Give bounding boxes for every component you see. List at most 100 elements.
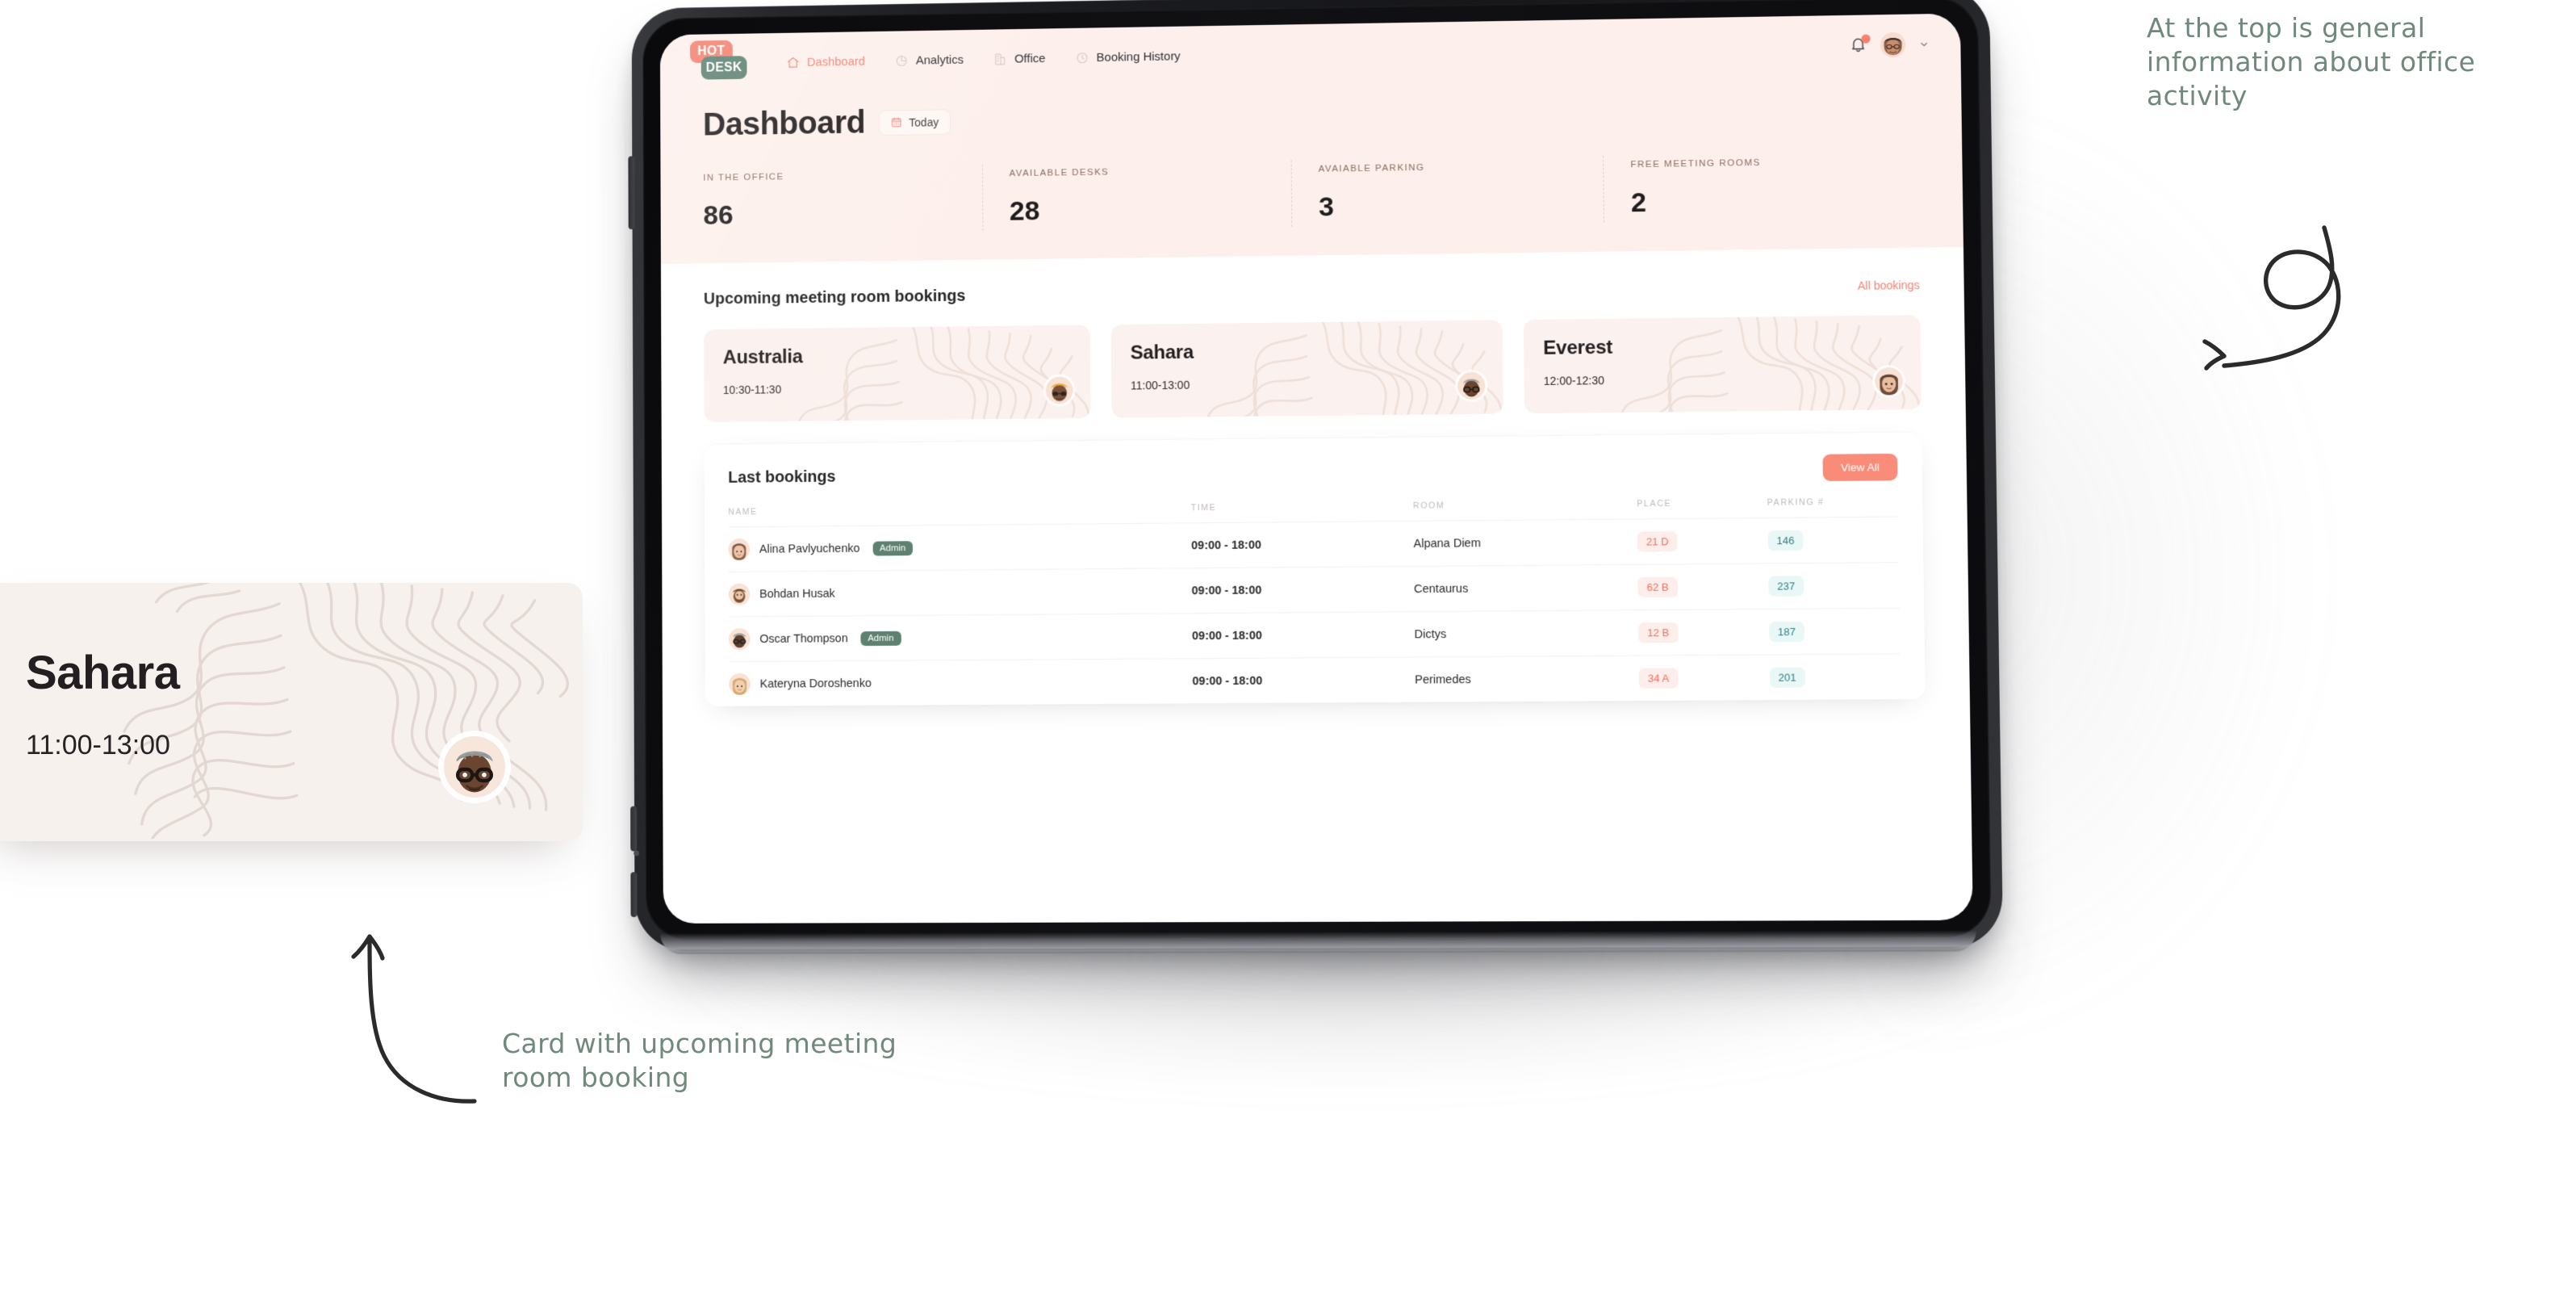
office-stats-row: IN THE OFFICE 86 AVAILABLE DESKS 28 AVAI… <box>703 156 1918 232</box>
building-icon <box>993 52 1007 65</box>
stat-label: FREE MEETING ROOMS <box>1630 157 1761 170</box>
booking-card-australia[interactable]: Australia 10:30-11:30 <box>704 325 1091 422</box>
parking-badge: 237 <box>1767 576 1804 597</box>
user-name: Bohdan Husak <box>759 587 835 601</box>
stat-available-parking: AVAIABLE PARKING 3 <box>1291 161 1604 224</box>
tablet-device-mockup: HOT DESK Dashboard Analytics Office Book… <box>628 0 2004 954</box>
nav-label: Booking History <box>1096 48 1181 65</box>
cell-time: 09:00 - 18:00 <box>1190 521 1414 568</box>
home-icon <box>786 56 800 69</box>
booking-card-text: Australia 10:30-11:30 <box>723 346 803 396</box>
clock-icon <box>1076 51 1089 65</box>
stat-label: AVAIABLE PARKING <box>1318 162 1425 174</box>
upcoming-bookings-title: Upcoming meeting room bookings <box>703 287 966 308</box>
tablet-volume-down-button <box>630 872 638 918</box>
nav-right-controls <box>1849 31 1930 58</box>
card-texture <box>123 583 569 839</box>
parking-badge: 146 <box>1767 530 1804 551</box>
column-header-parking: PARKING # <box>1767 497 1825 508</box>
booking-time: 10:30-11:30 <box>722 383 782 396</box>
annotation-text-top: At the top is general information about … <box>2147 12 2476 112</box>
avatar-face-icon <box>444 736 505 798</box>
booking-room-name: Sahara <box>1130 341 1194 364</box>
all-bookings-link[interactable]: All bookings <box>1858 278 1920 291</box>
avatar-face-icon <box>1045 376 1073 404</box>
stat-value: 3 <box>1318 191 1335 223</box>
view-all-button[interactable]: View All <box>1822 453 1898 482</box>
booking-owner-avatar <box>1875 367 1904 396</box>
avatar-face-icon <box>728 583 751 605</box>
booking-owner-avatar <box>1457 371 1486 400</box>
nav-label: Analytics <box>915 52 964 68</box>
place-badge: 34 A <box>1638 668 1679 689</box>
annotation-arrow-bottom <box>266 872 492 1114</box>
user-name: Alina Pavlyuchenko <box>759 542 860 556</box>
booking-room-name: Australia <box>722 346 803 369</box>
cell-parking: 201 <box>1769 653 1901 701</box>
column-header-time: TIME <box>1190 503 1217 513</box>
enlarged-booking-time: 11:00-13:00 <box>26 730 170 760</box>
upcoming-bookings-cards: Australia 10:30-11:30 Sahara 11:00-13:00… <box>704 315 1922 422</box>
stat-in-the-office: IN THE OFFICE 86 <box>703 170 982 232</box>
cell-name: Alina Pavlyuchenko Admin <box>728 522 1192 572</box>
name-cell: Bohdan Husak <box>728 580 1192 605</box>
row-avatar <box>728 583 751 605</box>
page-title: Dashboard <box>702 104 866 143</box>
hero-content: Dashboard Today IN THE OFFICE 86 AVAILAB… <box>660 73 1963 264</box>
name-cell: Kateryna Doroshenko <box>729 670 1192 695</box>
date-filter-button[interactable]: Today <box>878 108 951 136</box>
nav-item-office[interactable]: Office <box>993 52 1045 66</box>
chevron-down-icon[interactable] <box>1918 39 1929 49</box>
table-row[interactable]: Oscar Thompson Admin 09:00 - 18:00 Dicty… <box>728 608 1901 662</box>
row-avatar <box>728 628 751 651</box>
nav-item-booking-history[interactable]: Booking History <box>1076 49 1181 65</box>
app-logo[interactable]: HOT DESK <box>687 38 750 88</box>
column-header-room: ROOM <box>1412 501 1445 511</box>
cell-name: Oscar Thompson Admin <box>728 613 1193 662</box>
annotation-arrow-top <box>2074 218 2365 396</box>
cell-place: 34 A <box>1638 654 1770 702</box>
nav-label: Dashboard <box>806 54 865 69</box>
cell-time: 09:00 - 18:00 <box>1191 566 1415 614</box>
cell-room: Centaurus <box>1413 564 1638 612</box>
last-bookings-panel: Last bookings View All NAME TIME ROOM PL… <box>704 432 1926 706</box>
notifications-button[interactable] <box>1849 34 1871 55</box>
avatar-face-icon <box>1880 31 1906 57</box>
avatar-face-icon <box>729 672 751 695</box>
curved-up-arrow-icon <box>351 934 477 1104</box>
booking-card-sahara[interactable]: Sahara 11:00-13:00 <box>1110 320 1503 418</box>
table-row[interactable]: Kateryna Doroshenko 09:00 - 18:00 Perime… <box>729 653 1901 706</box>
presentation-canvas: HOT DESK Dashboard Analytics Office Book… <box>0 0 2576 1303</box>
date-filter-label: Today <box>909 115 939 129</box>
nav-label: Office <box>1014 51 1046 66</box>
place-badge: 12 B <box>1637 622 1679 643</box>
nav-links: Dashboard Analytics Office Booking Histo… <box>786 49 1181 69</box>
tablet-screen: HOT DESK Dashboard Analytics Office Book… <box>659 13 1973 924</box>
stat-value: 28 <box>1009 195 1040 227</box>
booking-card-everest[interactable]: Everest 12:00-12:30 <box>1523 315 1922 414</box>
booking-card-text: Everest 12:00-12:30 <box>1543 337 1613 388</box>
main-content: Upcoming meeting room bookings All booki… <box>660 246 1970 707</box>
avatar-face-icon <box>728 628 751 651</box>
upcoming-bookings-header: Upcoming meeting room bookings All booki… <box>704 275 1920 309</box>
stat-available-desks: AVAILABLE DESKS 28 <box>982 165 1291 228</box>
avatar-face-icon <box>1457 371 1486 400</box>
booking-owner-avatar <box>1045 376 1073 404</box>
nav-item-dashboard[interactable]: Dashboard <box>786 54 865 69</box>
booking-time: 11:00-13:00 <box>1130 378 1190 392</box>
name-cell: Oscar Thompson Admin <box>728 625 1192 651</box>
cell-room: Dictys <box>1414 610 1639 657</box>
column-header-place: PLACE <box>1637 498 1672 509</box>
row-avatar <box>729 672 751 695</box>
row-avatar <box>728 538 751 560</box>
curved-loop-arrow-icon <box>2202 225 2341 371</box>
cell-place: 21 D <box>1637 517 1768 565</box>
place-badge: 21 D <box>1637 531 1678 552</box>
user-avatar[interactable] <box>1880 31 1906 57</box>
last-bookings-header: Last bookings View All <box>728 453 1898 492</box>
nav-item-analytics[interactable]: Analytics <box>895 52 964 67</box>
place-badge: 62 B <box>1637 576 1678 598</box>
user-name: Kateryna Doroshenko <box>759 677 872 691</box>
stat-free-meeting-rooms: FREE MEETING ROOMS 2 <box>1603 156 1918 220</box>
notification-badge-dot <box>1861 34 1871 44</box>
